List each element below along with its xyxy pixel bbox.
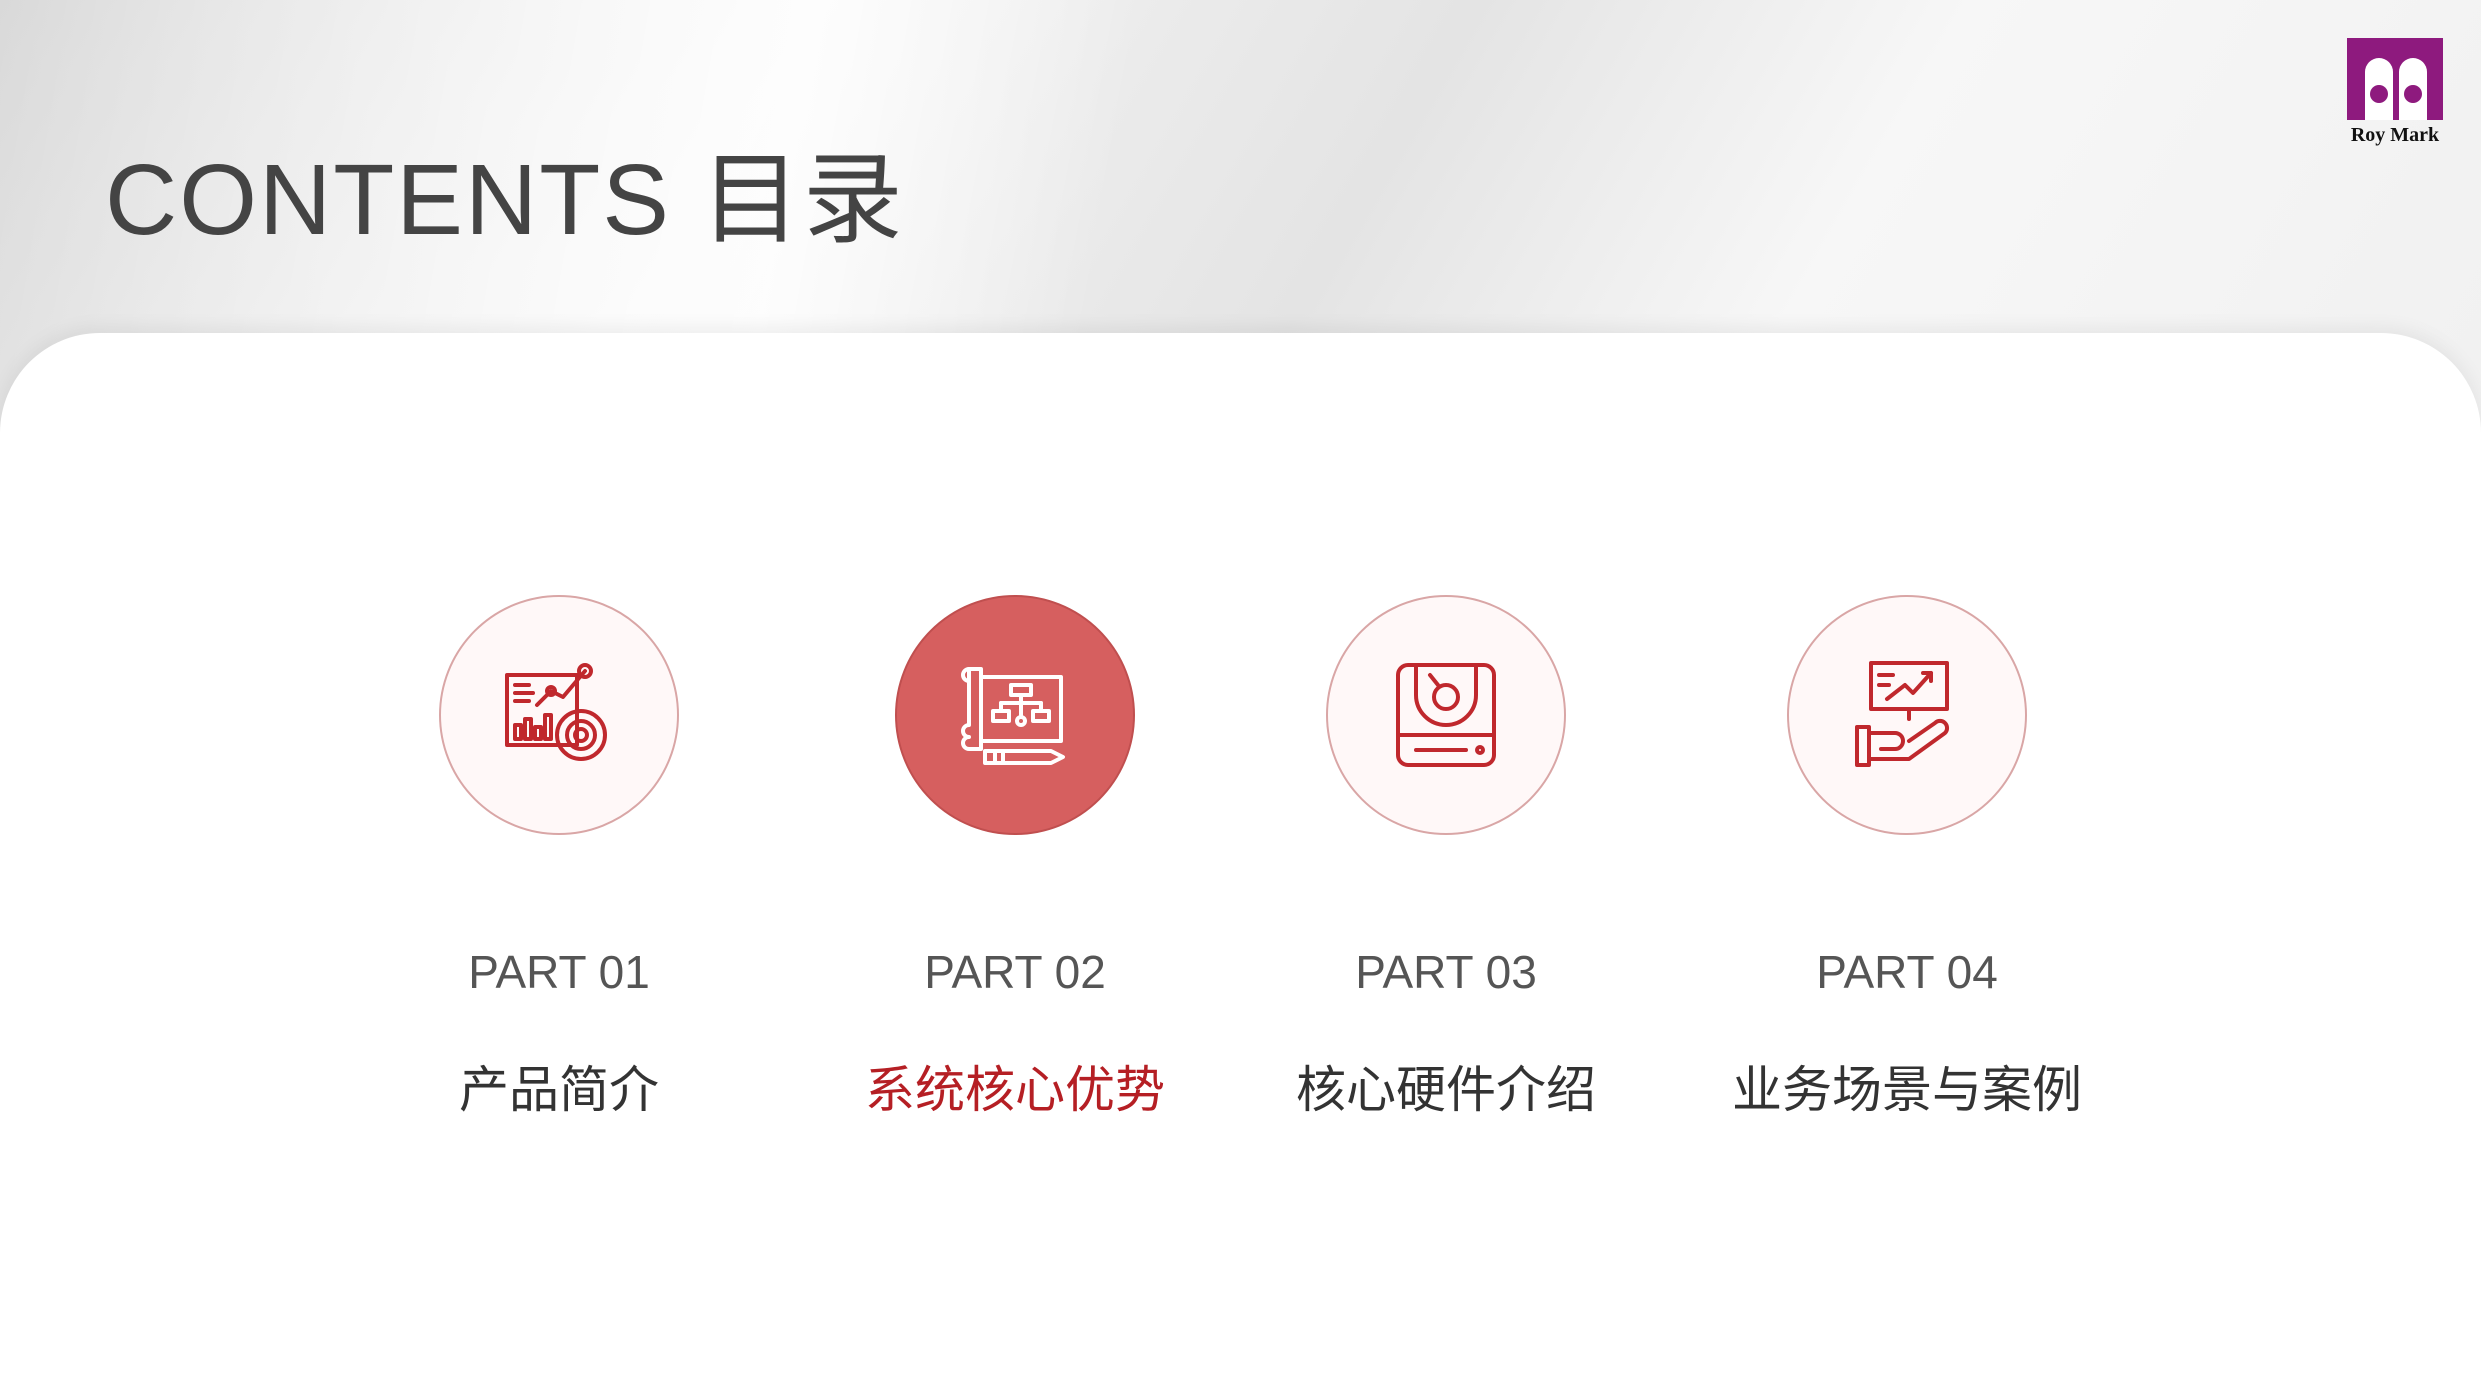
blueprint-flowchart-icon <box>961 667 1065 765</box>
part-number: PART 03 <box>1355 946 1537 998</box>
section-title: 业务场景与案例 <box>1732 1061 2082 1119</box>
roy-mark-logo-icon <box>2347 38 2443 120</box>
section-part-01[interactable]: PART 01 产品简介 <box>349 595 769 1119</box>
section-part-03[interactable]: PART 03 核心硬件介绍 <box>1236 595 1656 1119</box>
section-part-02[interactable]: PART 02 系统核心优势 <box>805 595 1225 1119</box>
section-title: 核心硬件介绍 <box>1296 1061 1596 1119</box>
hand-presentation-icon <box>1855 661 1950 767</box>
hardware-device-icon <box>1396 663 1496 767</box>
section-icon-circle <box>1326 595 1566 835</box>
analytics-dashboard-icon <box>505 663 607 761</box>
part-number: PART 04 <box>1816 946 1998 998</box>
section-title: 产品简介 <box>459 1061 659 1119</box>
section-title-active: 系统核心优势 <box>865 1061 1165 1119</box>
roy-mark-logo[interactable]: Roy Mark <box>2345 38 2445 148</box>
logo-text: Roy Mark <box>2350 124 2440 146</box>
part-number: PART 01 <box>468 946 650 998</box>
section-icon-circle <box>1787 595 2027 835</box>
page-title: CONTENTS 目录 <box>105 144 905 256</box>
section-part-04[interactable]: PART 04 业务场景与案例 <box>1697 595 2117 1119</box>
section-icon-circle-active <box>895 595 1135 835</box>
part-number: PART 02 <box>924 946 1106 998</box>
section-icon-circle <box>439 595 679 835</box>
